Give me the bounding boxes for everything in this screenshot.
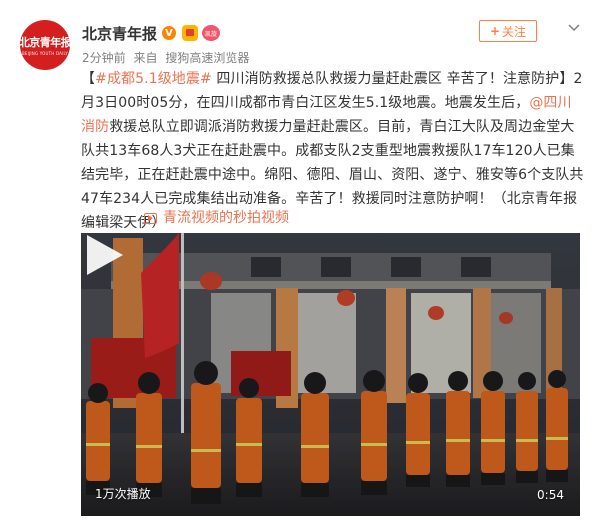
avatar[interactable]: 北京青年报 BEIJING YOUTH DAILY [20,20,70,70]
post-time-link[interactable]: 2分钟前 [82,51,126,65]
topic-bracket: 【 [81,71,96,87]
vip-badge-icon[interactable] [182,25,199,41]
follow-button[interactable]: + 关注 [479,20,537,42]
video-link-label: 青流视频的秒拍视频 [163,210,289,226]
avatar-logo-subtext: BEIJING YOUTH DAILY [21,51,69,56]
video-source-link[interactable]: 青流视频的秒拍视频 [144,209,289,227]
video-icon [144,212,157,224]
play-count: 1万次播放 [95,487,151,501]
member-badge-icon[interactable]: 凯旋 [202,25,221,41]
verified-icon[interactable]: V [162,26,177,40]
avatar-logo-text: 北京青年报 [20,36,70,49]
follow-label: 关注 [502,24,527,39]
chevron-down-icon[interactable] [567,20,581,34]
topic-link[interactable]: #成都5.1级地震# [95,71,212,87]
source-prefix: 来自 [133,51,158,65]
play-icon[interactable] [81,233,125,277]
video-duration: 0:54 [537,488,564,502]
video-frame-image [81,233,580,516]
post-meta: 2分钟前 来自 搜狗高速浏览器 [82,49,253,66]
video-player[interactable]: 1万次播放 0:54 [81,233,580,516]
source-link[interactable]: 搜狗高速浏览器 [165,51,249,65]
user-line: 北京青年报 V 凯旋 [82,22,221,44]
plus-icon: + [489,24,501,38]
user-name-link[interactable]: 北京青年报 [82,23,157,44]
